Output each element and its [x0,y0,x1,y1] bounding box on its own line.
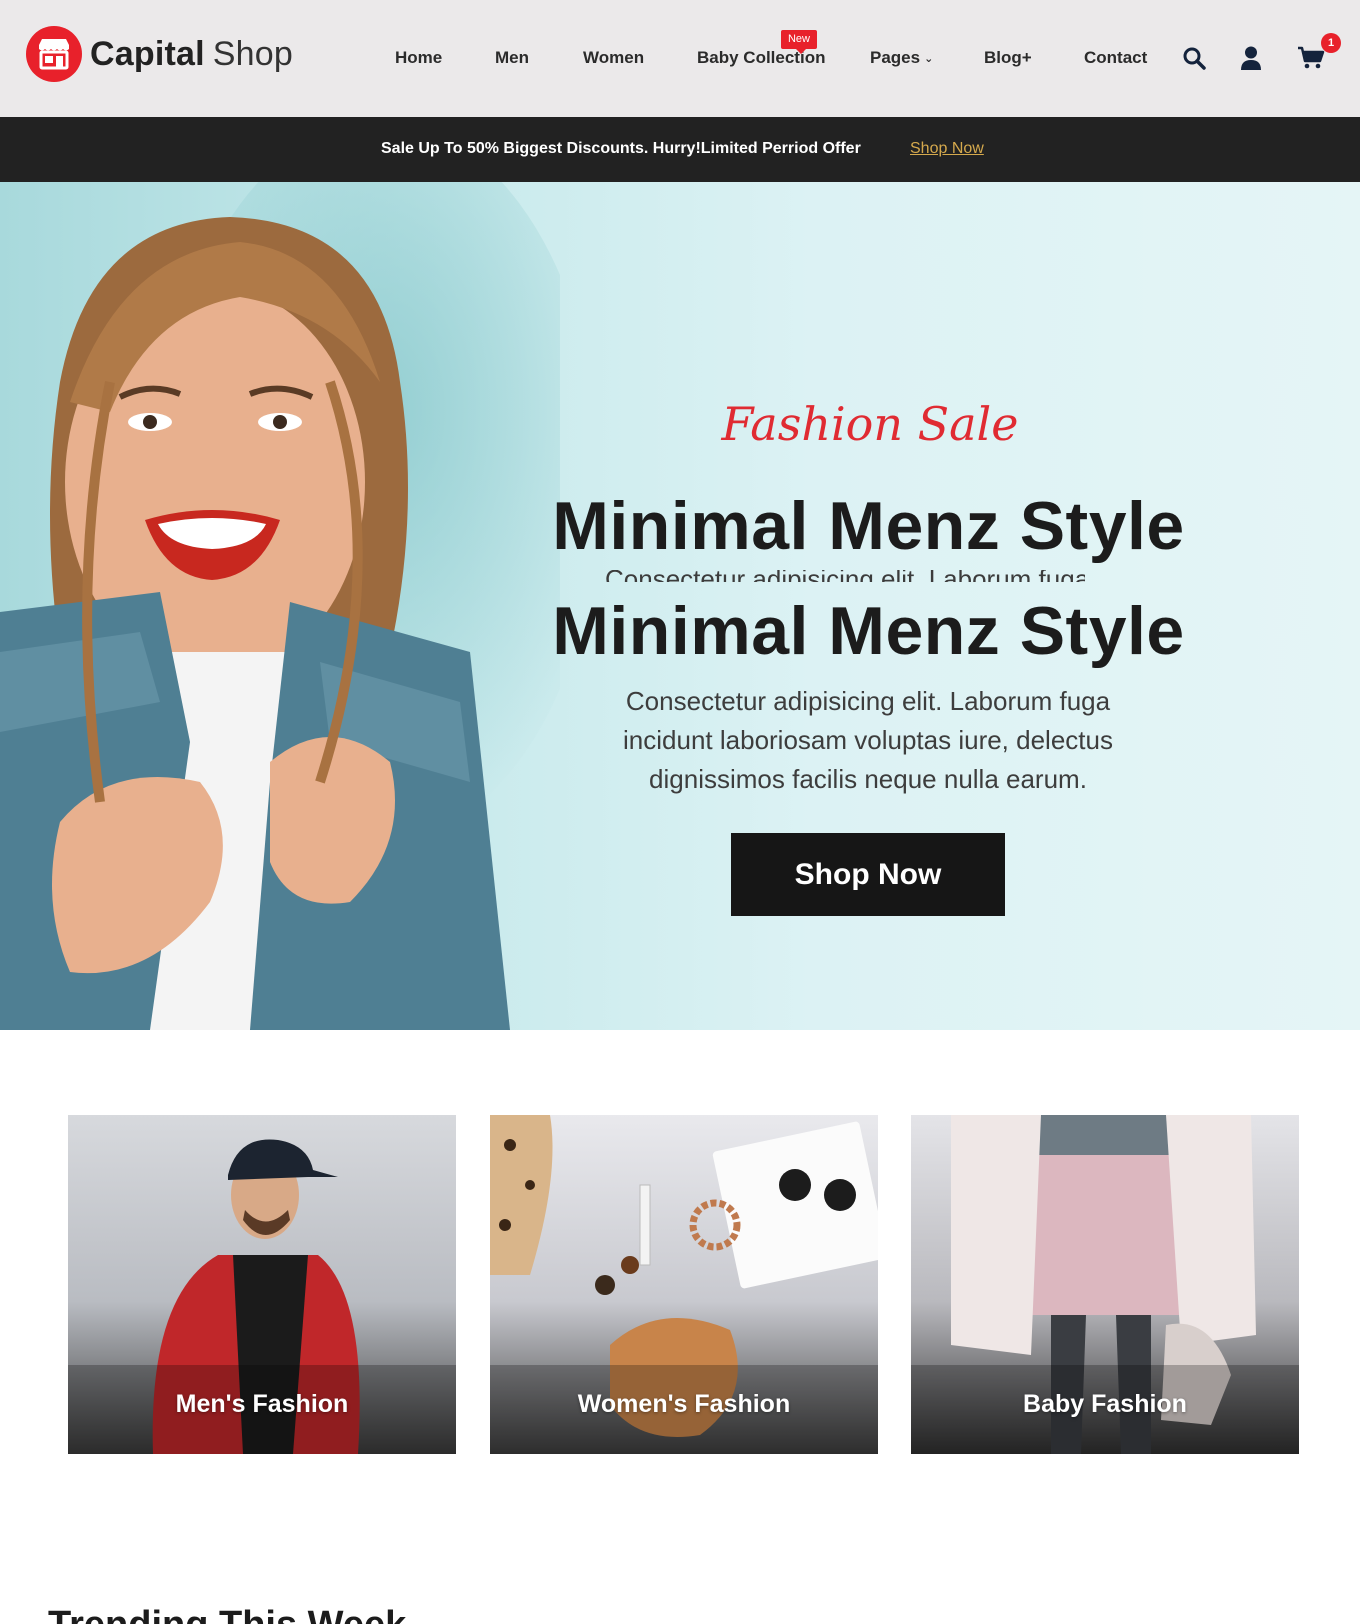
hero-description-ghost: Consectetur adipisicing elit. Laborum fu… [605,570,1085,582]
cart-icon[interactable] [1297,46,1325,75]
nav-baby-collection[interactable]: Baby Collection [697,48,825,68]
hero-title: Minimal Menz Style [552,488,1185,564]
cart-count-badge: 1 [1321,33,1341,53]
hero-description-ghost-text: Consectetur adipisicing elit. Laborum fu… [605,570,1085,582]
category-label-baby: Baby Fashion [1023,1390,1187,1418]
nav-pages[interactable]: Pages ⌄ [870,48,933,68]
category-label-women: Women's Fashion [577,1390,791,1418]
user-icon[interactable] [1240,46,1262,75]
category-card-men[interactable]: Men's Fashion [68,1115,456,1454]
storefront-icon [26,26,82,82]
trending-section-title: Trending This Week [48,1604,406,1624]
nav-contact[interactable]: Contact [1084,48,1147,68]
nav-women[interactable]: Women [583,48,644,68]
promo-shop-now-link[interactable]: Shop Now [910,140,984,158]
brand-name-bold: Capital [90,34,205,73]
brand-logo[interactable]: Capital Shop [26,26,293,82]
category-card-women[interactable]: Women's Fashion [490,1115,878,1454]
hero-title-repeat: Minimal Menz Style [552,593,1185,669]
search-icon[interactable] [1182,46,1206,75]
nav-pages-label: Pages [870,48,921,67]
promo-bar: Sale Up To 50% Biggest Discounts. Hurry!… [0,117,1360,182]
hero-banner: Fashion Sale Minimal Menz Style Consecte… [0,182,1360,1030]
nav-blog[interactable]: Blog+ [984,48,1032,68]
site-header: Capital Shop Home Men Women Baby Collecti… [0,0,1360,117]
new-badge: New [781,30,817,54]
brand-name: Capital Shop [90,35,293,74]
nav-home[interactable]: Home [395,48,442,68]
brand-name-light: Shop [212,34,293,73]
nav-men[interactable]: Men [495,48,529,68]
hero-subtitle: Fashion Sale [721,397,1019,451]
promo-text: Sale Up To 50% Biggest Discounts. Hurry!… [381,140,861,157]
category-label-men: Men's Fashion [175,1390,349,1418]
category-card-baby[interactable]: Baby Fashion [911,1115,1299,1454]
hero-shop-now-button[interactable]: Shop Now [731,833,1005,916]
hero-description: Consectetur adipisicing elit. Laborum fu… [623,686,1113,794]
chevron-down-icon: ⌄ [924,53,934,65]
